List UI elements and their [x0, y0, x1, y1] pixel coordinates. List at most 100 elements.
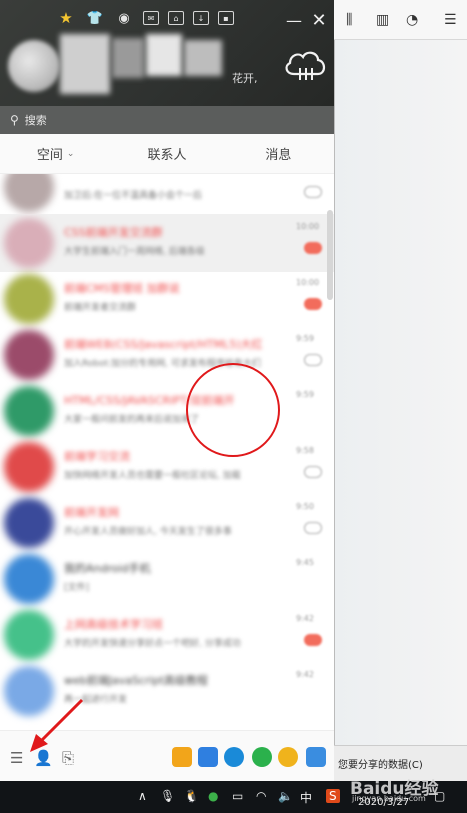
conversation-time: 9:45 [296, 558, 314, 567]
conversation-preview: 加卫后:在一位不温具备小会个一后 [64, 191, 203, 201]
video-app-icon[interactable] [198, 747, 218, 767]
conversation-name: 我的Android手机 [64, 562, 151, 575]
conversation-name: HTML/CSS/JAVASCRIPT/双前端开 [64, 394, 235, 407]
account-icon[interactable]: ◔ [406, 12, 418, 28]
tab-space[interactable]: 空间 ⌄ [0, 134, 111, 173]
qq-tray-icon[interactable]: 🐧 [184, 789, 199, 803]
conversation-name: 前端WEB(CSS/Javascript/HTML5)大红 [64, 338, 263, 351]
conversation-preview: [文件] [64, 583, 90, 593]
conversation-avatar [4, 610, 54, 660]
download-icon[interactable]: ↓ [193, 11, 209, 25]
search-icon: ⚲ [10, 113, 19, 127]
conversation-time: 10:00 [296, 222, 320, 231]
folder-icon[interactable]: ▪ [218, 11, 234, 25]
file-assistant-icon[interactable]: ⎘ [62, 749, 74, 767]
battery-icon[interactable]: ▭ [232, 789, 243, 803]
conversation-avatar [4, 442, 54, 492]
conversation-name: 前端CMS管理班 加群说 [64, 282, 180, 295]
search-input[interactable]: 搜索 [25, 112, 47, 128]
app-manager-icon[interactable] [306, 747, 326, 767]
browser-window: ⫼ ▥ ◔ ☰ 您要分享的数据(C) [334, 0, 467, 781]
conversation-preview: 大学生前端入门一周网络, 后端各级 [64, 247, 205, 257]
add-contact-icon[interactable]: 👤 [34, 749, 53, 767]
sogou-ime-icon[interactable]: S [326, 789, 340, 803]
tab-space-label: 空间 [36, 148, 63, 163]
unread-badge [304, 522, 322, 534]
user-avatar[interactable] [8, 40, 60, 92]
search-bar[interactable]: ⚲ 搜索 [0, 106, 334, 134]
cover-blur [146, 34, 182, 76]
mall-icon[interactable]: ⌂ [168, 11, 184, 25]
conversation-avatar [4, 274, 54, 324]
sidebar-icon[interactable]: ▥ [376, 12, 389, 28]
close-button[interactable]: ✕ [307, 8, 331, 32]
browser-content [334, 40, 467, 745]
conversation-avatar [4, 174, 54, 212]
watermark-url: jingyan.baidu.com [352, 794, 426, 803]
unread-badge [304, 186, 322, 198]
conversation-name: CSS前端开发交流群 [64, 226, 163, 239]
qzone-app-icon[interactable] [224, 747, 244, 767]
tab-contacts-label: 联系人 [147, 148, 187, 163]
conversation-row[interactable]: CSS前端开发交流群大学生前端入门一周网络, 后端各级 10:00 [0, 214, 334, 272]
player-app-icon[interactable] [252, 747, 272, 767]
star-icon[interactable]: ★ [56, 8, 76, 28]
main-menu-icon[interactable]: ☰ [10, 749, 23, 767]
conversation-preview: 加入Robot:加分的专用网, 可求发布程序给有大们 [64, 359, 261, 369]
list-scrollbar[interactable] [327, 210, 333, 300]
unread-badge [304, 466, 322, 478]
unread-badge [304, 634, 322, 646]
menu-icon[interactable]: ☰ [444, 12, 457, 28]
conversation-avatar [4, 666, 54, 716]
mail-icon[interactable]: ✉ [143, 11, 159, 25]
music-app-icon[interactable] [278, 747, 298, 767]
library-icon[interactable]: ⫼ [346, 12, 352, 28]
conversation-avatar [4, 218, 54, 268]
share-text[interactable]: 您要分享的数据(C) [338, 756, 423, 771]
qq-tab-bar: 空间 ⌄ 联系人 消息 [0, 134, 334, 174]
conversation-row[interactable]: 前端WEB(CSS/Javascript/HTML5)大红 加入Robot:加分的… [0, 326, 334, 384]
conversation-name: 上网高级技术学习班 [64, 618, 163, 631]
tray-expand-icon[interactable]: ∧ [138, 789, 147, 803]
conversation-preview: 开心开发人员做好加人, 今天发生了很多事 [64, 527, 232, 537]
conversation-preview: 大家一般问前发的再来后说加来了 [64, 415, 200, 425]
conversation-row[interactable]: 加卫后:在一位不温具备小会个一后 [0, 174, 334, 216]
conversation-preview: 大学的开发快速分享好点一个吧好, 分享成功 [64, 639, 241, 649]
conversation-row[interactable]: HTML/CSS/JAVASCRIPT/双前端开 大家一般问前发的再来后说加来了 9… [0, 382, 334, 440]
conversation-row[interactable]: 前端CMS管理班 加群说 前端开发者交流群 10:00 [0, 270, 334, 328]
wifi-icon[interactable]: ◠ [256, 789, 266, 803]
conversation-row[interactable]: 前端开发网开心开发人员做好加人, 今天发生了很多事 9:50 [0, 494, 334, 552]
unread-badge [304, 354, 322, 366]
conversation-avatar [4, 554, 54, 604]
conversation-list[interactable]: 加卫后:在一位不温具备小会个一后 CSS前端开发交流群大学生前端入门一周网络, 后… [0, 174, 334, 730]
conversation-preview: 加快网络开发人员也需要一般社区论坛, 加载 [64, 471, 241, 481]
cloud-weather-icon[interactable] [282, 46, 328, 82]
tab-messages[interactable]: 消息 [223, 134, 334, 173]
conversation-avatar [4, 386, 54, 436]
tab-messages-label: 消息 [265, 148, 292, 163]
conversation-time: 9:59 [296, 390, 314, 399]
conversation-name: web前端JavaScript高级教程 [64, 674, 208, 687]
qq-bottom-toolbar: ☰ 👤 ⎘ [0, 730, 334, 781]
conversation-row[interactable]: 我的Android手机 [文件] 9:45 [0, 550, 334, 608]
game-app-icon[interactable] [172, 747, 192, 767]
unread-badge [304, 242, 322, 254]
microphone-icon[interactable]: 🎙 [160, 789, 175, 803]
conversation-row[interactable]: 上网高级技术学习班 大学的开发快速分享好点一个吧好, 分享成功 9:42 [0, 606, 334, 664]
minimize-button[interactable]: — [282, 8, 306, 32]
conversation-row[interactable]: 前端学习交流 加快网络开发人员也需要一般社区论坛, 加载 9:58 [0, 438, 334, 496]
volume-icon[interactable]: 🔈 [278, 789, 293, 803]
badge-icon[interactable]: ◉ [114, 8, 134, 28]
conversation-avatar [4, 498, 54, 548]
conversation-name: 前端开发网 [64, 506, 119, 519]
qq-main-window: ★ 👕 ◉ ✉ ⌂ ↓ ▪ — ✕ 花开, ⚲ 搜索 空间 ⌄ 联系人 消息 加… [0, 0, 334, 781]
header-icon-bar: ★ 👕 ◉ ✉ ⌂ ↓ ▪ [56, 8, 234, 28]
conversation-preview: 再一起进行开发 [64, 695, 128, 705]
ime-indicator[interactable]: 中 [300, 789, 312, 806]
signature-text: 花开, [232, 72, 258, 85]
conversation-time: 9:50 [296, 502, 314, 511]
shirt-icon[interactable]: 👕 [85, 8, 105, 28]
tab-contacts[interactable]: 联系人 [111, 134, 222, 173]
security-tray-icon[interactable]: ● [208, 789, 218, 803]
conversation-row[interactable]: web前端JavaScript高级教程 再一起进行开发 9:42 [0, 662, 334, 720]
